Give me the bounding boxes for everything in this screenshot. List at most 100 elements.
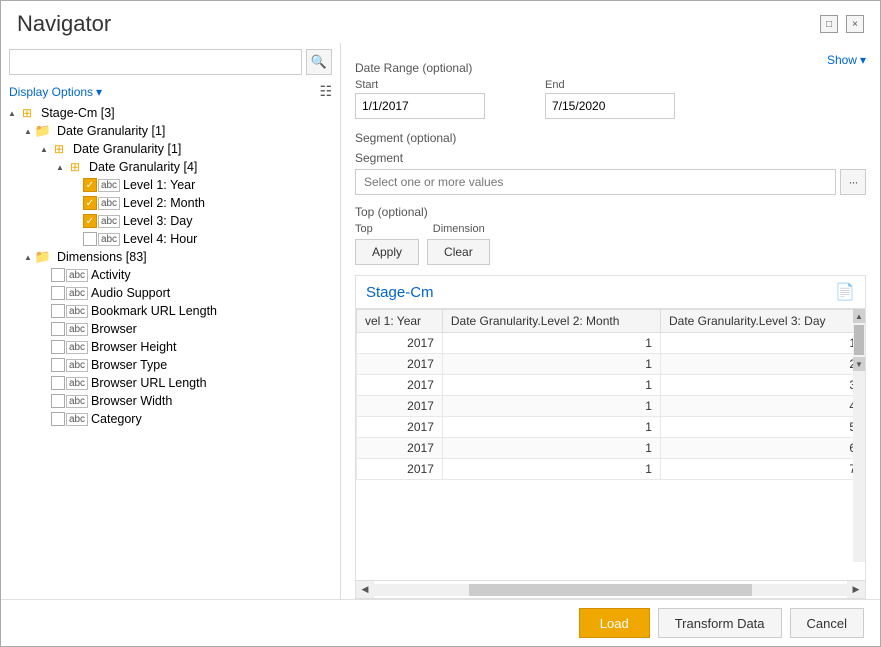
tree-item-browser-height[interactable]: abcBrowser Height [1, 338, 340, 356]
show-row[interactable]: Show ▾ [827, 53, 866, 67]
tree-item-date-gran-1[interactable]: ▲📁Date Granularity [1] [1, 122, 340, 140]
table-cell-1-2: 2 [660, 354, 864, 375]
tree-checkbox-level-year[interactable]: ✓ [83, 178, 97, 192]
tree-item-level-hour[interactable]: abcLevel 4: Hour [1, 230, 340, 248]
scroll-down-button[interactable]: ▼ [853, 357, 865, 371]
table-row-0: 201711 [357, 333, 865, 354]
horizontal-scrollbar-thumb[interactable] [469, 584, 753, 596]
cancel-button[interactable]: Cancel [790, 608, 864, 638]
tree-checkbox-level-month[interactable]: ✓ [83, 196, 97, 210]
show-arrow: ▾ [860, 53, 866, 67]
display-options-arrow: ▾ [96, 85, 102, 99]
tree-item-date-gran-2[interactable]: ▲⊞Date Granularity [1] [1, 140, 340, 158]
start-date-group: Start [355, 79, 485, 119]
table-cell-3-1: 1 [442, 396, 660, 417]
tree-toggle-date-gran-4[interactable]: ▲ [53, 160, 67, 174]
tree-item-date-gran-4[interactable]: ▲⊞Date Granularity [4] [1, 158, 340, 176]
tree-toggle-stage-cm[interactable]: ▲ [5, 106, 19, 120]
tree-item-browser[interactable]: abcBrowser [1, 320, 340, 338]
segment-input-row: ··· [355, 169, 866, 195]
horizontal-scrollbar-row[interactable]: ◀ ▶ [356, 580, 865, 598]
view-toggle-button[interactable]: ☷ [319, 83, 332, 100]
tree-checkbox-browser[interactable] [51, 322, 65, 336]
tree-checkbox-level-hour[interactable] [83, 232, 97, 246]
start-date-input[interactable] [355, 93, 485, 119]
close-button[interactable]: × [846, 15, 864, 33]
tree-item-stage-cm[interactable]: ▲⊞Stage-Cm [3] [1, 104, 340, 122]
field-icon: abc [66, 377, 88, 390]
tree-checkbox-browser-width[interactable] [51, 394, 65, 408]
scroll-left-button[interactable]: ◀ [356, 581, 374, 599]
export-icon: 📄 [835, 284, 855, 301]
tree-item-category[interactable]: abcCategory [1, 410, 340, 428]
transform-button[interactable]: Transform Data [658, 608, 782, 638]
tree-checkbox-browser-height[interactable] [51, 340, 65, 354]
table-cell-4-0: 2017 [357, 417, 443, 438]
tree-container[interactable]: ▲⊞Stage-Cm [3]▲📁Date Granularity [1]▲⊞Da… [1, 104, 340, 599]
tree-label-level-hour: Level 4: Hour [123, 232, 197, 246]
search-button[interactable]: 🔍 [306, 49, 332, 75]
tree-toggle-date-gran-2[interactable]: ▲ [37, 142, 51, 156]
horizontal-scrollbar-track[interactable] [374, 584, 847, 596]
scroll-up-button[interactable]: ▲ [853, 309, 865, 323]
field-icon: abc [66, 287, 88, 300]
tree-checkbox-level-day[interactable]: ✓ [83, 214, 97, 228]
segment-input[interactable] [355, 169, 836, 195]
tree-label-dimensions: Dimensions [83] [57, 250, 147, 264]
col-header-0: vel 1: Year [357, 310, 443, 333]
preview-title: Stage-Cm [366, 284, 434, 301]
tree-toggle-dimensions[interactable]: ▲ [21, 250, 35, 264]
tree-item-browser-type[interactable]: abcBrowser Type [1, 356, 340, 374]
tree-item-dimensions[interactable]: ▲📁Dimensions [83] [1, 248, 340, 266]
table-cell-5-1: 1 [442, 438, 660, 459]
end-date-input[interactable] [545, 93, 675, 119]
preview-export-button[interactable]: 📄 [835, 282, 855, 302]
title-bar-controls: □ × [820, 15, 864, 33]
table-row-2: 201713 [357, 375, 865, 396]
tree-label-stage-cm: Stage-Cm [3] [41, 106, 115, 120]
tree-item-audio-support[interactable]: abcAudio Support [1, 284, 340, 302]
date-range-label: Date Range (optional) [355, 61, 866, 75]
end-date-group: End [545, 79, 675, 119]
folder-icon: 📁 [35, 123, 51, 139]
tree-checkbox-category[interactable] [51, 412, 65, 426]
vertical-scrollbar[interactable]: ▲ ▼ [853, 309, 865, 562]
tree-checkbox-activity[interactable] [51, 268, 65, 282]
table-icon: ⊞ [70, 160, 80, 174]
tree-checkbox-audio-support[interactable] [51, 286, 65, 300]
table-header: vel 1: Year Date Granularity.Level 2: Mo… [357, 310, 865, 333]
search-input[interactable] [9, 49, 302, 75]
tree-item-level-day[interactable]: ✓abcLevel 3: Day [1, 212, 340, 230]
table-row-5: 201716 [357, 438, 865, 459]
table-row-6: 201717 [357, 459, 865, 480]
tree-label-browser: Browser [91, 322, 137, 336]
apply-button[interactable]: Apply [355, 239, 419, 265]
top-sub-label: Top [355, 223, 373, 235]
tree-item-activity[interactable]: abcActivity [1, 266, 340, 284]
tree-label-date-gran-2: Date Granularity [1] [73, 142, 181, 156]
scroll-thumb[interactable] [854, 325, 864, 355]
table-cell-0-0: 2017 [357, 333, 443, 354]
top-section-label: Top (optional) [355, 205, 866, 219]
dimension-sub-label: Dimension [433, 223, 485, 235]
top-row-labels: Top Dimension [355, 223, 866, 235]
dialog-title: Navigator [17, 11, 111, 37]
load-button[interactable]: Load [579, 608, 650, 638]
tree-item-level-month[interactable]: ✓abcLevel 2: Month [1, 194, 340, 212]
tree-item-browser-url-length[interactable]: abcBrowser URL Length [1, 374, 340, 392]
scroll-right-button[interactable]: ▶ [847, 581, 865, 599]
tree-item-browser-width[interactable]: abcBrowser Width [1, 392, 340, 410]
tree-checkbox-browser-type[interactable] [51, 358, 65, 372]
tree-item-level-year[interactable]: ✓abcLevel 1: Year [1, 176, 340, 194]
restore-button[interactable]: □ [820, 15, 838, 33]
tree-item-bookmark-url[interactable]: abcBookmark URL Length [1, 302, 340, 320]
tree-checkbox-browser-url-length[interactable] [51, 376, 65, 390]
tree-label-level-year: Level 1: Year [123, 178, 195, 192]
display-options-button[interactable]: Display Options ▾ [9, 85, 102, 99]
clear-button[interactable]: Clear [427, 239, 490, 265]
table-body: 2017112017122017132017142017152017162017… [357, 333, 865, 480]
tree-checkbox-bookmark-url[interactable] [51, 304, 65, 318]
field-icon: abc [98, 197, 120, 210]
tree-toggle-date-gran-1[interactable]: ▲ [21, 124, 35, 138]
segment-more-button[interactable]: ··· [840, 169, 866, 195]
